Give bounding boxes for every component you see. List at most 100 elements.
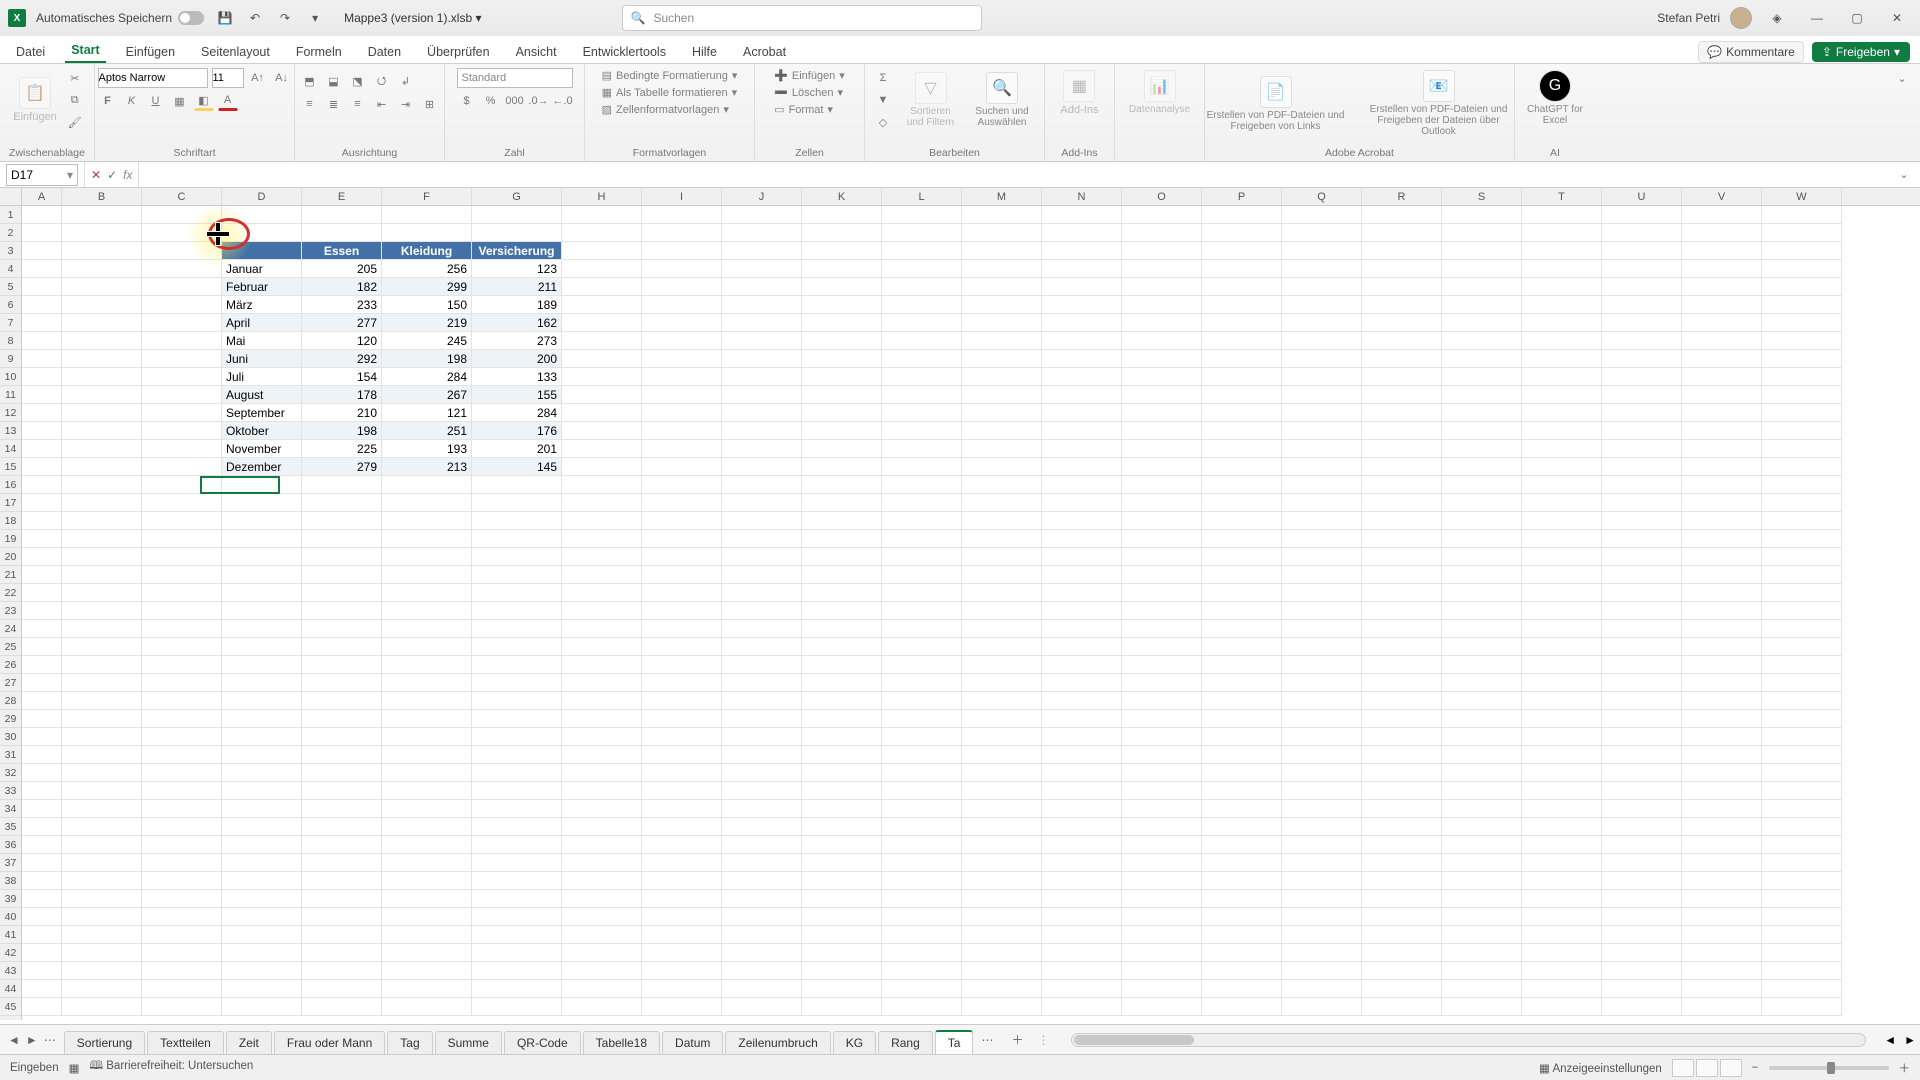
col-header-W[interactable]: W [1762, 188, 1842, 205]
cell-A41[interactable] [22, 926, 62, 944]
cell-V13[interactable] [1682, 422, 1762, 440]
cell-H38[interactable] [562, 872, 642, 890]
cell-D7[interactable]: April [222, 314, 302, 332]
cell-V35[interactable] [1682, 818, 1762, 836]
cell-M15[interactable] [962, 458, 1042, 476]
cell-N40[interactable] [1042, 908, 1122, 926]
cell-W14[interactable] [1762, 440, 1842, 458]
cell-N44[interactable] [1042, 980, 1122, 998]
cell-M34[interactable] [962, 800, 1042, 818]
cell-K45[interactable] [802, 998, 882, 1016]
cell-F20[interactable] [382, 548, 472, 566]
cell-P33[interactable] [1202, 782, 1282, 800]
cell-L40[interactable] [882, 908, 962, 926]
cell-U23[interactable] [1602, 602, 1682, 620]
cell-T21[interactable] [1522, 566, 1602, 584]
cell-F33[interactable] [382, 782, 472, 800]
align-bottom-icon[interactable]: ⬔ [348, 71, 368, 91]
row-header-32[interactable]: 32 [0, 764, 21, 782]
cell-F45[interactable] [382, 998, 472, 1016]
cell-O27[interactable] [1122, 674, 1202, 692]
cell-O43[interactable] [1122, 962, 1202, 980]
cell-E26[interactable] [302, 656, 382, 674]
format-as-table-button[interactable]: ▦ Als Tabelle formatieren ▾ [600, 85, 740, 100]
cell-G33[interactable] [472, 782, 562, 800]
number-format-select[interactable]: Standard [457, 68, 573, 88]
cell-F9[interactable]: 198 [382, 350, 472, 368]
cell-W43[interactable] [1762, 962, 1842, 980]
cell-N14[interactable] [1042, 440, 1122, 458]
cell-A17[interactable] [22, 494, 62, 512]
cell-E38[interactable] [302, 872, 382, 890]
cell-C1[interactable] [142, 206, 222, 224]
cell-L9[interactable] [882, 350, 962, 368]
col-header-E[interactable]: E [302, 188, 382, 205]
tab-formulas[interactable]: Formeln [290, 41, 348, 63]
cell-S43[interactable] [1442, 962, 1522, 980]
cell-A38[interactable] [22, 872, 62, 890]
cell-P8[interactable] [1202, 332, 1282, 350]
cell-N35[interactable] [1042, 818, 1122, 836]
cell-H10[interactable] [562, 368, 642, 386]
cell-L26[interactable] [882, 656, 962, 674]
cell-W27[interactable] [1762, 674, 1842, 692]
cell-B36[interactable] [62, 836, 142, 854]
cell-H34[interactable] [562, 800, 642, 818]
cell-A26[interactable] [22, 656, 62, 674]
row-headers[interactable]: 1234567891011121314151617181920212223242… [0, 206, 22, 1020]
cell-J12[interactable] [722, 404, 802, 422]
cell-D25[interactable] [222, 638, 302, 656]
cell-F13[interactable]: 251 [382, 422, 472, 440]
cell-H12[interactable] [562, 404, 642, 422]
cell-D10[interactable]: Juli [222, 368, 302, 386]
cell-R39[interactable] [1362, 890, 1442, 908]
paste-button[interactable]: 📋Einfügen [9, 68, 60, 132]
cell-H14[interactable] [562, 440, 642, 458]
cell-E24[interactable] [302, 620, 382, 638]
cell-G37[interactable] [472, 854, 562, 872]
cell-D19[interactable] [222, 530, 302, 548]
row-header-13[interactable]: 13 [0, 422, 21, 440]
cell-T26[interactable] [1522, 656, 1602, 674]
cell-R5[interactable] [1362, 278, 1442, 296]
cell-I15[interactable] [642, 458, 722, 476]
cell-D40[interactable] [222, 908, 302, 926]
cell-M8[interactable] [962, 332, 1042, 350]
cell-M33[interactable] [962, 782, 1042, 800]
underline-button[interactable]: U [146, 91, 166, 111]
cell-C4[interactable] [142, 260, 222, 278]
cell-H23[interactable] [562, 602, 642, 620]
redo-icon[interactable]: ↷ [274, 7, 296, 29]
cell-V39[interactable] [1682, 890, 1762, 908]
cell-I8[interactable] [642, 332, 722, 350]
cell-P11[interactable] [1202, 386, 1282, 404]
cell-C10[interactable] [142, 368, 222, 386]
cell-V12[interactable] [1682, 404, 1762, 422]
cell-N20[interactable] [1042, 548, 1122, 566]
cell-Q42[interactable] [1282, 944, 1362, 962]
cell-I2[interactable] [642, 224, 722, 242]
cell-I1[interactable] [642, 206, 722, 224]
cell-I40[interactable] [642, 908, 722, 926]
cell-T41[interactable] [1522, 926, 1602, 944]
row-header-31[interactable]: 31 [0, 746, 21, 764]
cell-Q35[interactable] [1282, 818, 1362, 836]
cell-W18[interactable] [1762, 512, 1842, 530]
cell-E22[interactable] [302, 584, 382, 602]
cell-U20[interactable] [1602, 548, 1682, 566]
cell-L20[interactable] [882, 548, 962, 566]
cell-Q1[interactable] [1282, 206, 1362, 224]
cell-F24[interactable] [382, 620, 472, 638]
cell-V42[interactable] [1682, 944, 1762, 962]
cell-W12[interactable] [1762, 404, 1842, 422]
cell-I43[interactable] [642, 962, 722, 980]
cell-V24[interactable] [1682, 620, 1762, 638]
cell-T43[interactable] [1522, 962, 1602, 980]
cell-C9[interactable] [142, 350, 222, 368]
cell-V41[interactable] [1682, 926, 1762, 944]
cell-J22[interactable] [722, 584, 802, 602]
select-all-corner[interactable] [0, 188, 22, 206]
cell-S24[interactable] [1442, 620, 1522, 638]
cell-F23[interactable] [382, 602, 472, 620]
cell-M35[interactable] [962, 818, 1042, 836]
